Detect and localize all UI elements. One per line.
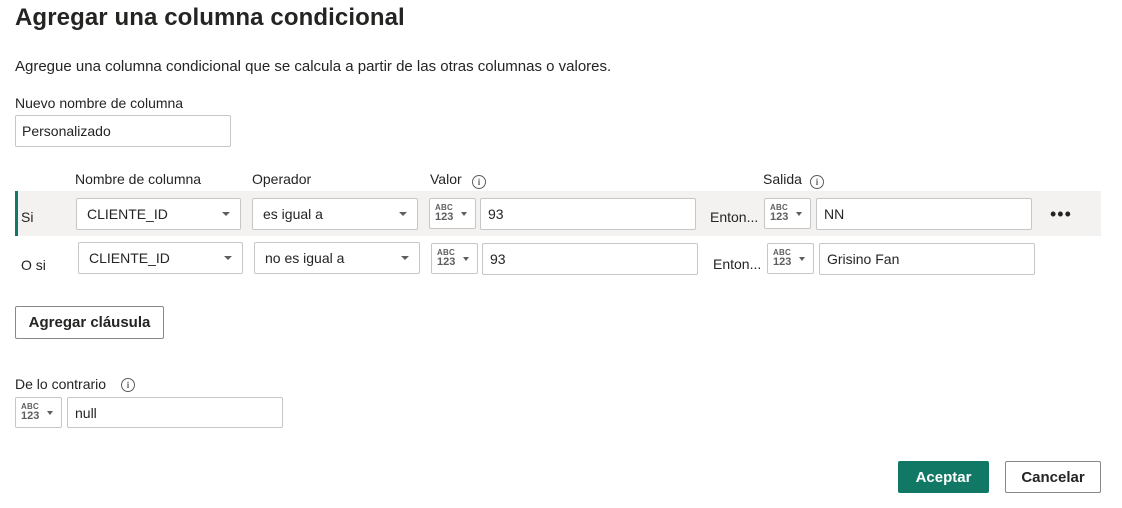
header-value: Valor [430, 171, 462, 187]
new-column-name-input[interactable]: Personalizado [15, 115, 231, 147]
clause-1-then-label: Enton... [710, 209, 759, 225]
header-output: Salida [763, 171, 802, 187]
clause-1-prefix: Si [21, 209, 34, 225]
chevron-down-icon [399, 212, 407, 216]
chevron-down-icon [47, 411, 53, 415]
add-clause-button[interactable]: Agregar cláusula [15, 306, 164, 339]
clause-1-operator-value: es igual a [263, 206, 323, 222]
chevron-down-icon [401, 256, 409, 260]
clause-2-value-input[interactable]: 93 [482, 243, 698, 275]
clause-1-output-input[interactable]: NN [816, 198, 1032, 230]
chevron-down-icon [799, 257, 805, 261]
clause-1-operator-select[interactable]: es igual a [252, 198, 418, 230]
chevron-down-icon [224, 256, 232, 260]
chevron-down-icon [796, 212, 802, 216]
chevron-down-icon [222, 212, 230, 216]
clause-2-prefix: O si [21, 257, 46, 273]
otherwise-type-button[interactable]: ABC 123 [15, 397, 62, 428]
clause-2-operator-value: no es igual a [265, 250, 345, 266]
clause-1-value-type-button[interactable]: ABC 123 [429, 198, 476, 229]
dialog-description: Agregue una columna condicional que se c… [15, 58, 612, 75]
otherwise-value-input[interactable]: null [67, 397, 283, 428]
clause-2-output-type-button[interactable]: ABC 123 [767, 243, 814, 274]
clause-1-column-value: CLIENTE_ID [87, 206, 168, 222]
cancel-button[interactable]: Cancelar [1005, 461, 1101, 493]
clause-2-value-type-button[interactable]: ABC 123 [431, 243, 478, 274]
clause-2-column-select[interactable]: CLIENTE_ID [78, 242, 243, 274]
otherwise-info-icon[interactable]: i [121, 378, 135, 392]
new-column-name-label: Nuevo nombre de columna [15, 95, 184, 111]
clause-1-column-select[interactable]: CLIENTE_ID [76, 198, 241, 230]
value-info-icon[interactable]: i [472, 175, 486, 189]
clause-2-output-input[interactable]: Grisino Fan [819, 243, 1035, 275]
chevron-down-icon [461, 212, 467, 216]
clause-2-column-value: CLIENTE_ID [89, 250, 170, 266]
clause-1-value-input[interactable]: 93 [480, 198, 696, 230]
output-info-icon[interactable]: i [810, 175, 824, 189]
otherwise-label: De lo contrario [15, 376, 107, 392]
chevron-down-icon [463, 257, 469, 261]
clause-1-more-icon[interactable]: ••• [1050, 204, 1072, 225]
accept-button[interactable]: Aceptar [898, 461, 989, 493]
clause-1-output-type-button[interactable]: ABC 123 [764, 198, 811, 229]
new-column-name-value: Personalizado [22, 123, 111, 139]
header-column-name: Nombre de columna [75, 171, 202, 187]
selected-row-indicator [15, 191, 18, 236]
clause-2-then-label: Enton... [713, 256, 762, 272]
header-operator: Operador [252, 171, 312, 187]
clause-2-operator-select[interactable]: no es igual a [254, 242, 420, 274]
dialog-title: Agregar una columna condicional [15, 4, 405, 31]
